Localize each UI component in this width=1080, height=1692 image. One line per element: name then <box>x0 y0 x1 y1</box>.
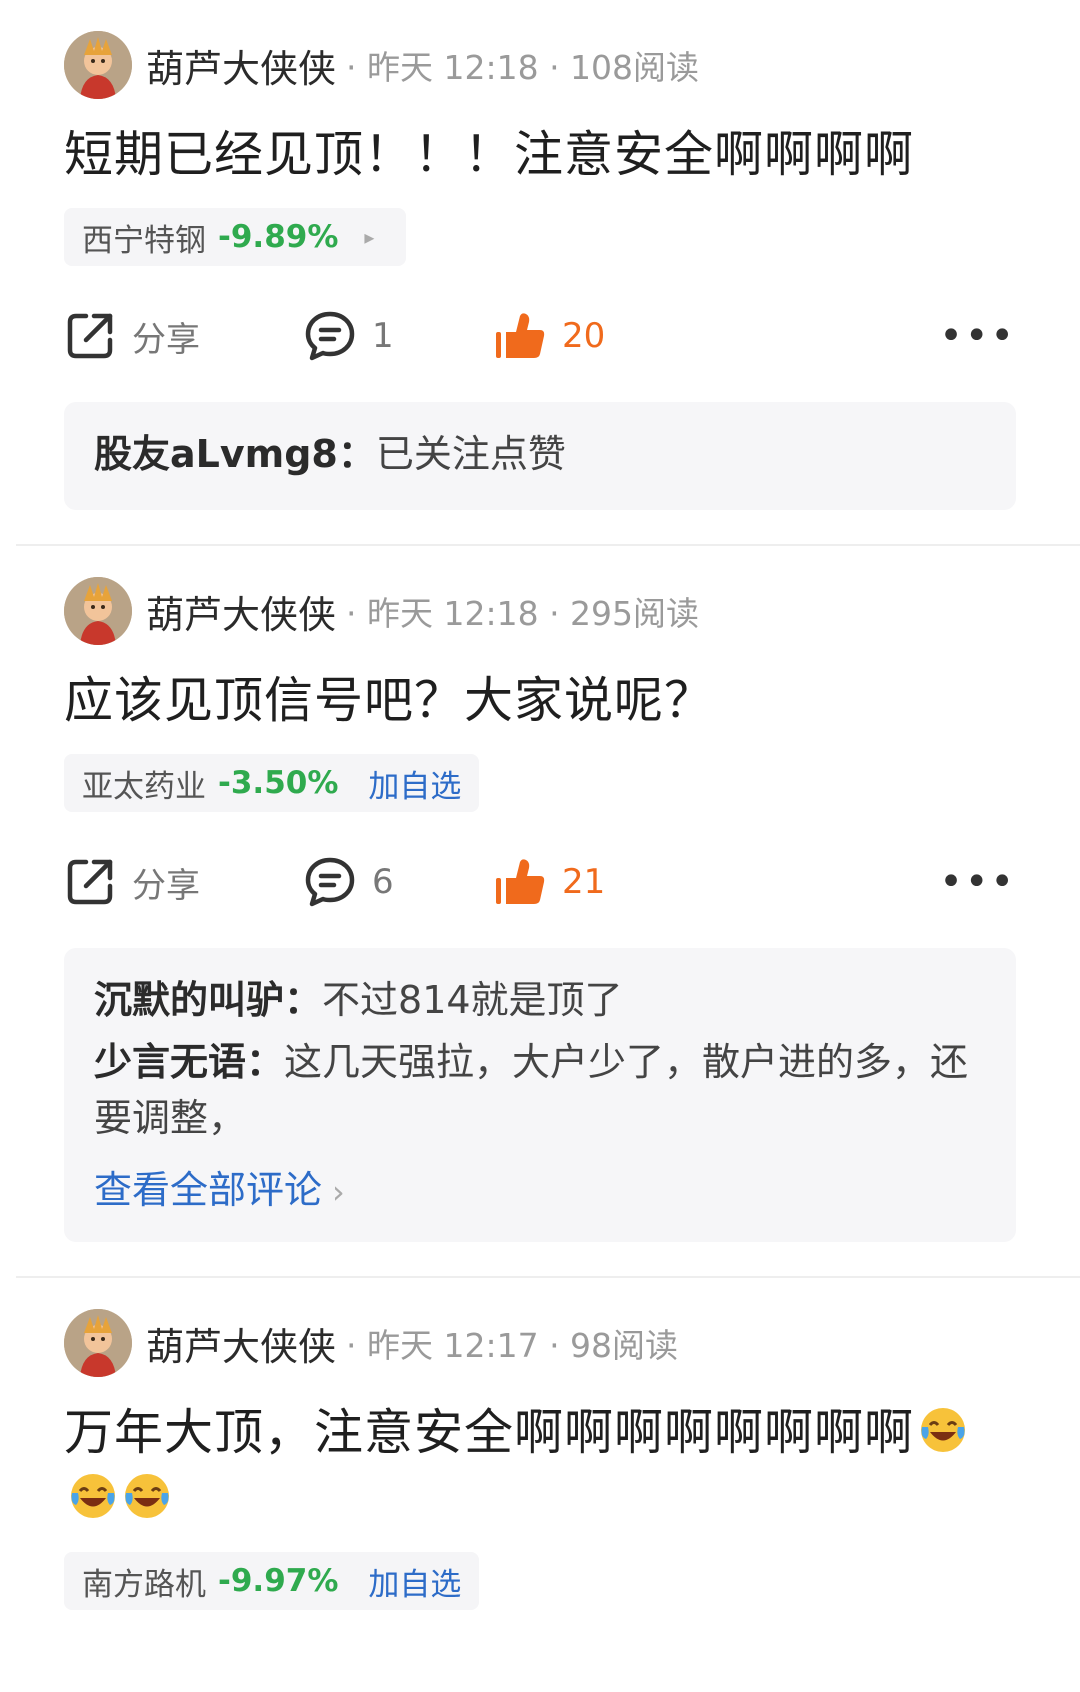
post-header: 葫芦大侠侠 · 昨天 12:18 · 108阅读 <box>64 30 1016 100</box>
share-label: 分享 <box>132 865 200 906</box>
like-button[interactable]: 21 <box>494 856 605 908</box>
stock-name: 西宁特钢 <box>82 222 206 259</box>
stock-name: 南方路机 <box>82 1566 206 1603</box>
post-content[interactable]: 短期已经见顶！！！注意安全啊啊啊啊 <box>64 122 1016 188</box>
play-triangle-icon: ▸ <box>364 225 375 249</box>
comment-author[interactable]: 沉默的叫驴： <box>94 978 322 1022</box>
action-bar: 分享 1 20 ••• <box>64 296 1016 376</box>
post-meta: · 昨天 12:18 · 295阅读 <box>346 594 700 633</box>
author-avatar[interactable] <box>64 577 132 645</box>
comment-item[interactable]: 沉默的叫驴：不过814就是顶了 <box>94 972 986 1028</box>
comment-item[interactable]: 少言无语：这几天强拉，大户少了，散户进的多，还要调整， <box>94 1034 986 1146</box>
post-content[interactable]: 应该见顶信号吧？大家说呢？ <box>64 668 1016 734</box>
laugh-cry-emoji-icon <box>122 1471 172 1521</box>
post-text: 短期已经见顶！！！注意安全啊啊啊啊 <box>64 126 915 183</box>
post-header: 葫芦大侠侠 · 昨天 12:17 · 98阅读 <box>64 1308 1016 1378</box>
thumbs-up-icon <box>494 856 546 908</box>
chevron-right-icon: › <box>332 1173 345 1211</box>
author-avatar[interactable] <box>64 1309 132 1377</box>
view-all-label: 查看全部评论 <box>94 1168 323 1212</box>
post-meta: · 昨天 12:18 · 108阅读 <box>346 48 700 87</box>
post-meta: · 昨天 12:17 · 98阅读 <box>346 1326 679 1365</box>
stock-change: -9.97% <box>218 1563 339 1599</box>
comment-panel[interactable]: 沉默的叫驴：不过814就是顶了 少言无语：这几天强拉，大户少了，散户进的多，还要… <box>64 948 1016 1242</box>
post-feed: 葫芦大侠侠 · 昨天 12:18 · 108阅读 短期已经见顶！！！注意安全啊啊… <box>0 0 1080 1610</box>
author-name[interactable]: 葫芦大侠侠 <box>146 1316 336 1371</box>
stock-change: -3.50% <box>218 765 339 801</box>
comment-author[interactable]: 少言无语： <box>94 1040 284 1084</box>
post-content[interactable]: 万年大顶，注意安全啊啊啊啊啊啊啊啊 <box>64 1400 1016 1532</box>
share-button[interactable]: 分享 <box>64 856 304 908</box>
more-dots-icon[interactable]: ••• <box>939 862 1016 902</box>
post-1: 葫芦大侠侠 · 昨天 12:18 · 108阅读 短期已经见顶！！！注意安全啊啊… <box>0 0 1080 510</box>
stock-chip[interactable]: 南方路机 -9.97% 加自选 <box>64 1552 480 1610</box>
post-3: 葫芦大侠侠 · 昨天 12:17 · 98阅读 万年大顶，注意安全啊啊啊啊啊啊啊… <box>0 1278 1080 1610</box>
laugh-cry-emoji-icon <box>68 1471 118 1521</box>
author-avatar[interactable] <box>64 31 132 99</box>
like-count: 20 <box>562 316 606 356</box>
comment-count: 6 <box>372 862 394 902</box>
stock-chip[interactable]: 西宁特钢 -9.89% ▸ <box>64 208 407 266</box>
like-button[interactable]: 20 <box>494 310 605 362</box>
share-icon <box>64 310 116 362</box>
author-name[interactable]: 葫芦大侠侠 <box>146 38 336 93</box>
post-2: 葫芦大侠侠 · 昨天 12:18 · 295阅读 应该见顶信号吧？大家说呢？ 亚… <box>0 546 1080 1242</box>
post-text: 应该见顶信号吧？大家说呢？ <box>64 672 715 729</box>
share-button[interactable]: 分享 <box>64 310 304 362</box>
comment-text: 不过814就是顶了 <box>322 978 623 1022</box>
author-name[interactable]: 葫芦大侠侠 <box>146 584 336 639</box>
more-dots-icon[interactable]: ••• <box>939 316 1016 356</box>
post-text: 万年大顶，注意安全啊啊啊啊啊啊啊啊 <box>64 1404 915 1461</box>
comment-count: 1 <box>372 316 394 356</box>
comment-panel[interactable]: 股友aLvmg8：已关注点赞 <box>64 402 1016 510</box>
add-to-watchlist-button[interactable]: 加自选 <box>368 1559 461 1604</box>
add-to-watchlist-button[interactable]: 加自选 <box>368 761 461 806</box>
share-icon <box>64 856 116 908</box>
comment-button[interactable]: 6 <box>304 856 494 908</box>
comment-button[interactable]: 1 <box>304 310 494 362</box>
stock-change: -9.89% <box>218 219 339 255</box>
like-count: 21 <box>562 862 606 902</box>
thumbs-up-icon <box>494 310 546 362</box>
share-label: 分享 <box>132 319 200 360</box>
laugh-cry-emoji-icon <box>918 1405 968 1455</box>
comment-text: 已关注点赞 <box>375 432 566 476</box>
comment-bubble-icon <box>304 856 356 908</box>
post-header: 葫芦大侠侠 · 昨天 12:18 · 295阅读 <box>64 576 1016 646</box>
comment-author[interactable]: 股友aLvmg8： <box>94 432 376 476</box>
view-all-comments-link[interactable]: 查看全部评论 › <box>94 1162 986 1220</box>
stock-name: 亚太药业 <box>82 768 206 805</box>
comment-bubble-icon <box>304 310 356 362</box>
action-bar: 分享 6 21 ••• <box>64 842 1016 922</box>
stock-chip[interactable]: 亚太药业 -3.50% 加自选 <box>64 754 480 812</box>
comment-item[interactable]: 股友aLvmg8：已关注点赞 <box>94 426 986 482</box>
